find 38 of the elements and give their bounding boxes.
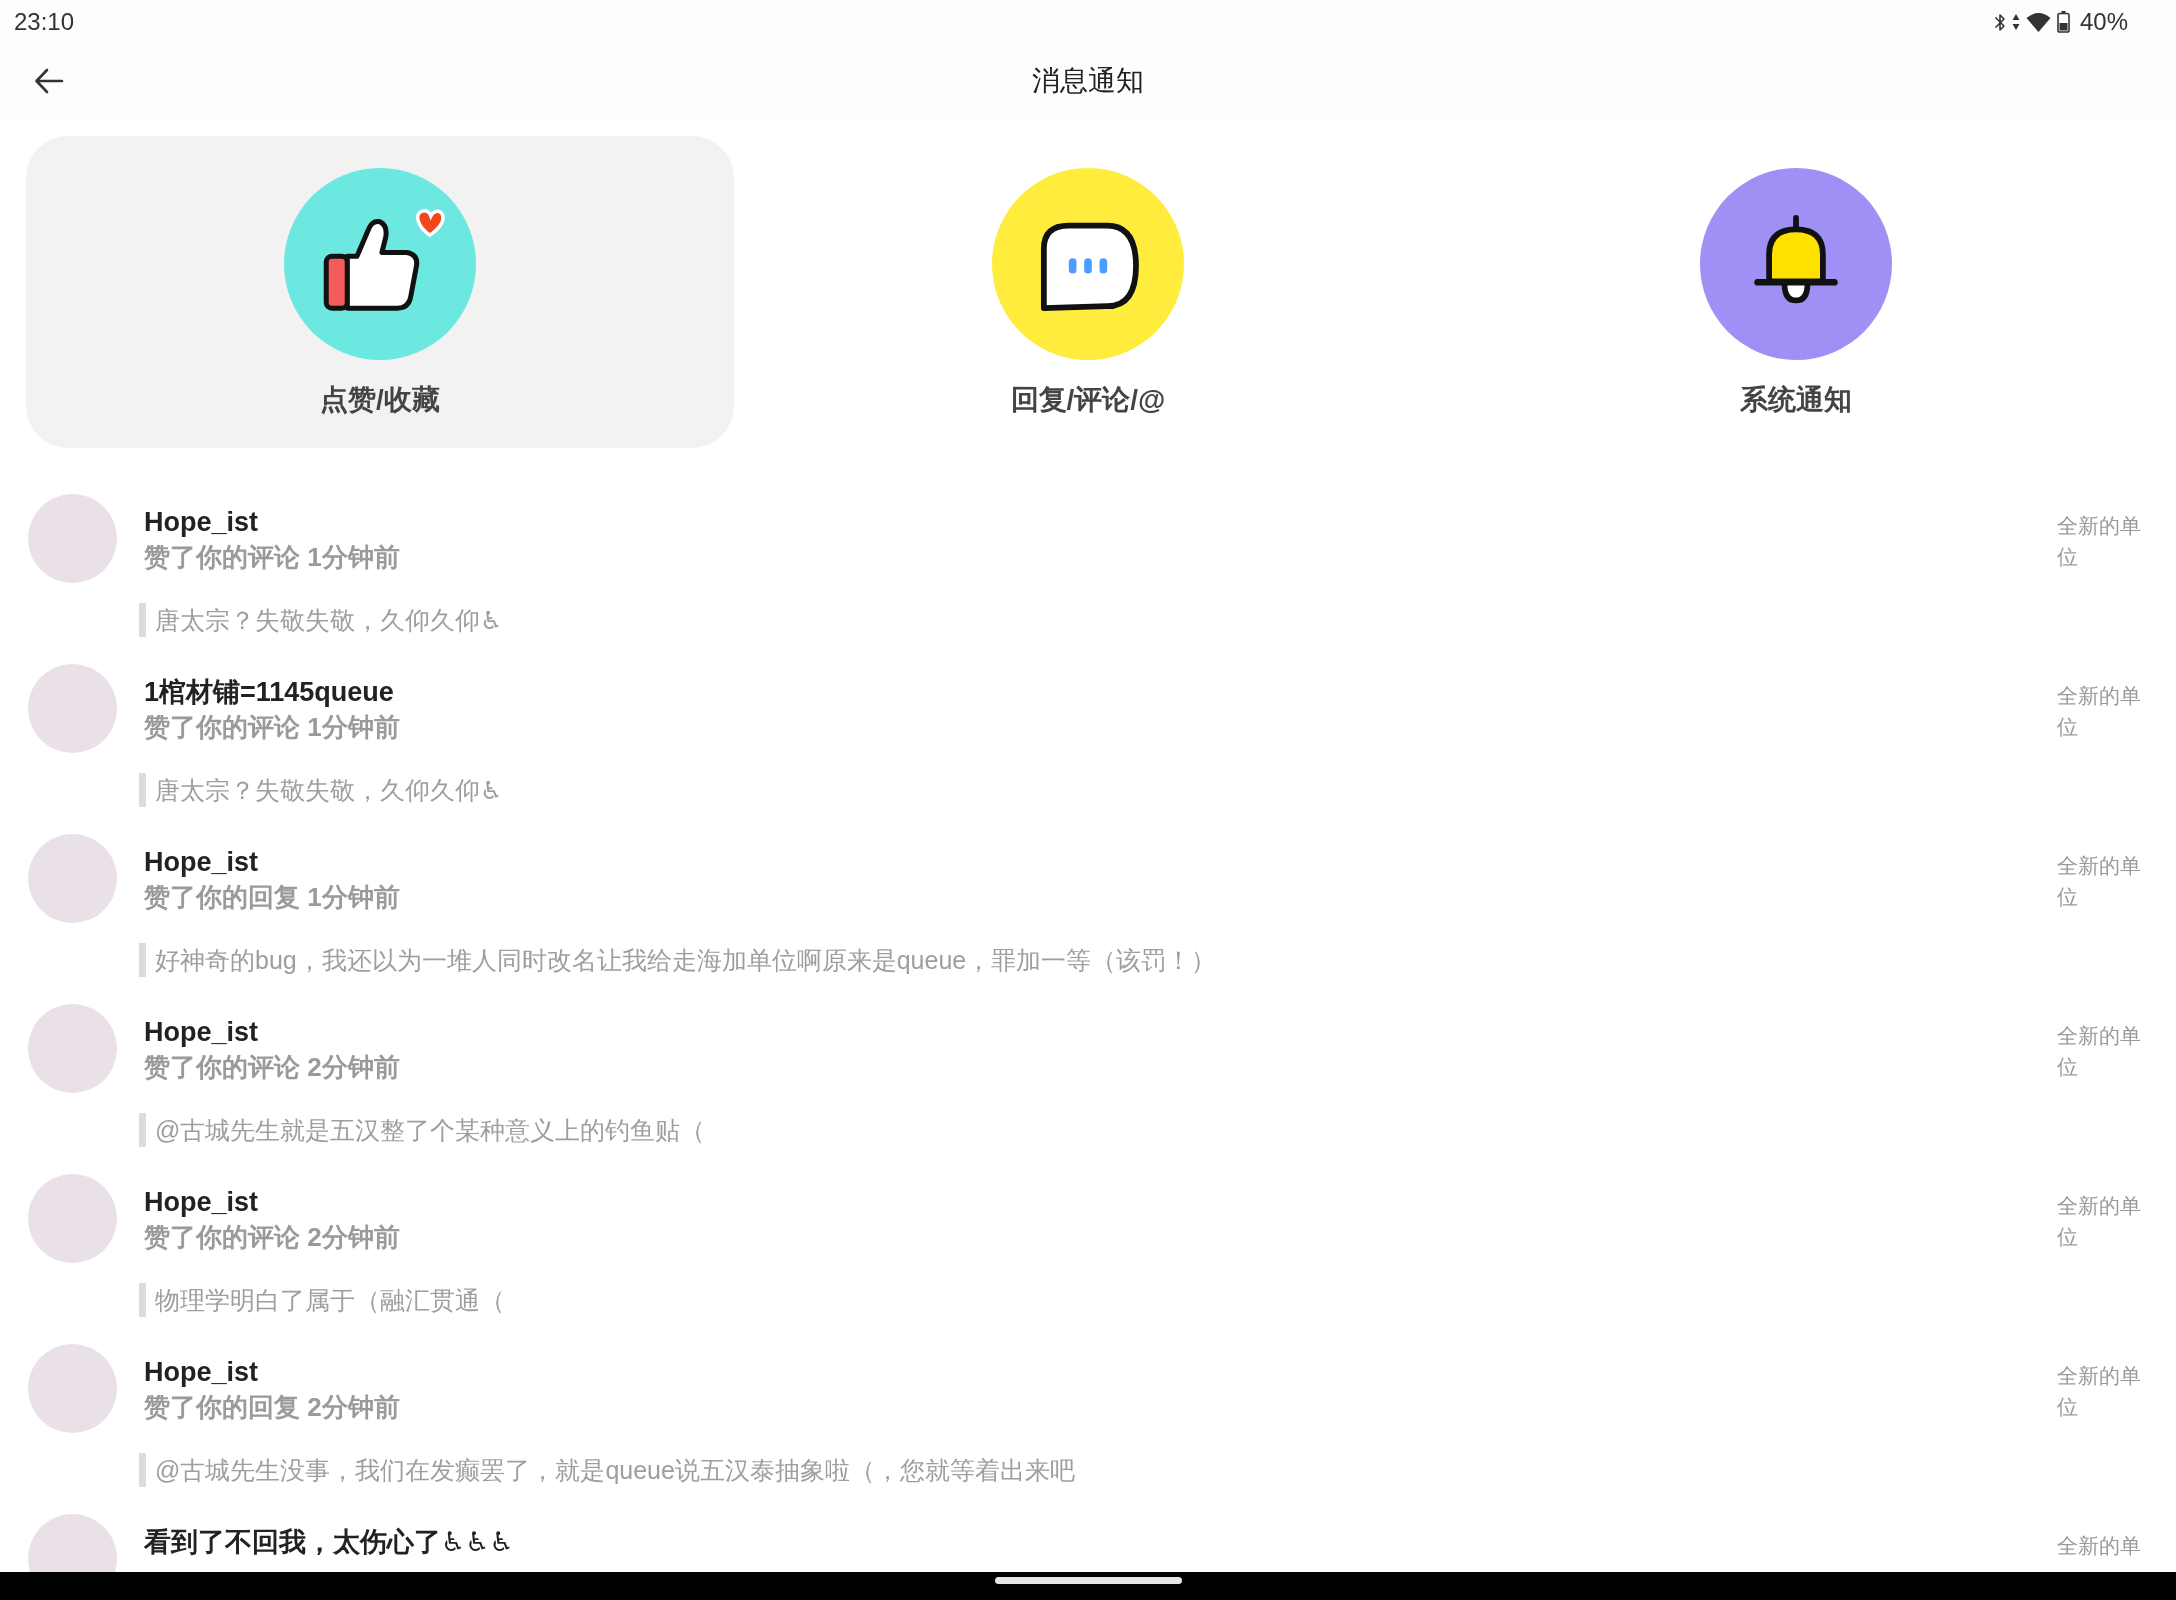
user-name[interactable]: 看到了不回我，太伤心了♿♿♿ [144,1526,514,1558]
source-label: 全新的单位 [2057,1363,2142,1420]
action-text: 赞了你的评论 2分钟前 [144,1051,400,1084]
user-name[interactable]: Hope_ist [144,1356,259,1388]
source-label: 全新的单位 [2057,513,2142,570]
category-tab[interactable]: 系统通知 [1442,136,2150,448]
clock-time: 23:10 [14,8,75,36]
back-arrow-icon [34,68,64,94]
quoted-comment: 好神奇的bug，我还以为一堆人同时改名让我给走海加单位啊原来是queue，罪加一等（该罚！） [139,943,1217,977]
page-title: 消息通知 [1032,64,1144,98]
quoted-comment: @古城先生就是五汉整了个某种意义上的钓鱼贴（ [139,1113,706,1147]
user-name[interactable]: Hope_ist [144,846,259,878]
action-text: 赞了你的评论 1分钟前 [144,541,400,574]
source-label: 全新的单 [2057,1533,2142,1559]
action-text: 赞了你的评论 1分钟前 [144,711,400,744]
category-tab[interactable]: 回复/评论/@ [734,136,1442,448]
quoted-comment: @古城先生没事，我们在发癫罢了，就是queue说五汉泰抽象啦（，您就等着出来吧 [139,1453,1075,1487]
user-name[interactable]: Hope_ist [144,1186,259,1218]
quoted-comment: 物理学明白了属于（融汇贯通（ [139,1283,505,1317]
action-text: 赞了你的回复 1分钟前 [144,881,400,914]
bluetooth-icon [1993,11,2006,33]
home-indicator[interactable] [994,1577,1182,1584]
user-name[interactable]: 1棺材铺=1145queue [144,676,394,708]
user-name[interactable]: Hope_ist [144,506,259,538]
quoted-comment: 唐太宗？失敬失敬，久仰久仰♿ [139,603,503,637]
source-label: 全新的单位 [2057,1193,2142,1250]
battery-icon [2056,11,2070,33]
data-arrows-icon [2011,13,2020,31]
source-label: 全新的单位 [2057,853,2142,910]
user-name[interactable]: Hope_ist [144,1016,259,1048]
battery-percent: 40% [2079,8,2128,36]
quoted-comment: 唐太宗？失敬失敬，久仰久仰♿ [139,773,503,807]
source-label: 全新的单位 [2057,683,2142,740]
source-label: 全新的单位 [2057,1023,2142,1080]
action-text: 赞了你的评论 2分钟前 [144,1221,400,1254]
category-tab[interactable]: 点赞/收藏 [26,136,734,448]
wifi-icon [2025,12,2051,32]
action-text: 赞了你的回复 2分钟前 [144,1391,400,1424]
